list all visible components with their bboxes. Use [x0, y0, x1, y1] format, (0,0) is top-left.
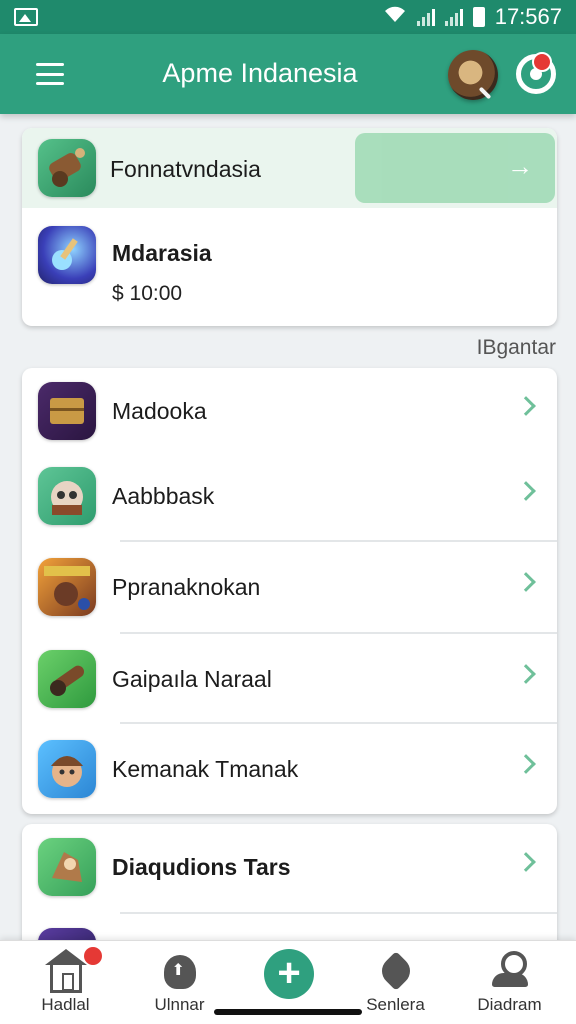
section-link[interactable]: IBgantar	[477, 336, 556, 360]
featured-arrow-button[interactable]: →	[355, 133, 555, 203]
divider	[120, 632, 557, 634]
list-item[interactable]: Ppranaknokan	[22, 544, 557, 635]
divider	[120, 722, 557, 724]
heart-icon	[375, 951, 416, 991]
divider	[120, 912, 557, 914]
battery-icon	[472, 7, 485, 27]
creature-game-icon	[38, 467, 96, 525]
chevron-right-icon	[516, 396, 536, 416]
wifi-icon	[383, 6, 407, 29]
potion-game-icon	[38, 226, 96, 284]
cannon-game-icon	[38, 139, 96, 197]
signal-icon	[444, 8, 463, 26]
chest-game-icon	[38, 382, 96, 440]
user-icon	[491, 951, 528, 989]
featured-top-label: Fonnatvndasia	[110, 156, 261, 182]
list-item-label: Ppranaknokan	[112, 574, 261, 600]
home-indicator	[214, 1009, 362, 1015]
featured-top-row[interactable]: Fonnatvndasia →	[22, 128, 557, 208]
menu-icon[interactable]	[36, 63, 64, 85]
game-list-card: Madooka Aabbbask Ppranaknokan Gaipaıla N…	[22, 368, 557, 814]
chevron-right-icon	[516, 852, 536, 872]
chevron-right-icon	[516, 664, 536, 684]
arrow-right-icon: →	[507, 151, 533, 181]
cannon-game-icon	[38, 650, 96, 708]
list-item-label: Diaqudions Tars	[112, 854, 291, 880]
status-time: 17:567	[494, 4, 562, 29]
nav-label: Diadram	[477, 995, 542, 1014]
chevron-right-icon	[516, 481, 536, 501]
battle-game-icon	[38, 558, 96, 616]
warrior-game-icon	[38, 838, 96, 896]
status-bar: 17:567	[0, 0, 576, 34]
add-button[interactable]: +	[264, 949, 314, 999]
chevron-right-icon	[516, 754, 536, 774]
list-item[interactable]: Aabbbask	[22, 453, 557, 544]
list-item[interactable]: Kemanak Tmanak	[22, 726, 557, 814]
hero-game-icon	[38, 740, 96, 798]
nav-home[interactable]: Hadlal	[8, 941, 123, 1024]
notification-badge	[532, 52, 552, 72]
list-item-label: Aabbbask	[112, 483, 215, 509]
featured-card: Fonnatvndasia → Mdarasia $ 10:00	[22, 128, 557, 326]
nav-label: Hadlal	[41, 995, 90, 1014]
home-icon	[44, 949, 87, 993]
list-item[interactable]: Gaipaıla Naraal	[22, 636, 557, 727]
search-icon[interactable]	[448, 50, 498, 100]
list-item[interactable]: Diaqudions Tars	[22, 824, 557, 915]
featured-item-title[interactable]: Mdarasia	[112, 240, 212, 267]
divider	[120, 540, 557, 542]
nav-profile[interactable]: Diadram	[452, 941, 567, 1024]
shield-icon	[163, 955, 196, 989]
image-icon	[14, 8, 38, 26]
list-item-label: Kemanak Tmanak	[112, 756, 299, 782]
app-bar: Apme Indanesia	[0, 34, 576, 114]
signal-icon	[416, 8, 435, 26]
list-item-label: Madooka	[112, 398, 207, 424]
list-item-label: Gaipaıla Naraal	[112, 666, 272, 692]
app-title: Apme Indanesia	[162, 58, 358, 88]
list-item[interactable]: Madooka	[22, 368, 557, 459]
chevron-right-icon	[516, 572, 536, 592]
featured-item-price: $ 10:00	[112, 282, 183, 305]
notification-badge	[84, 947, 102, 965]
